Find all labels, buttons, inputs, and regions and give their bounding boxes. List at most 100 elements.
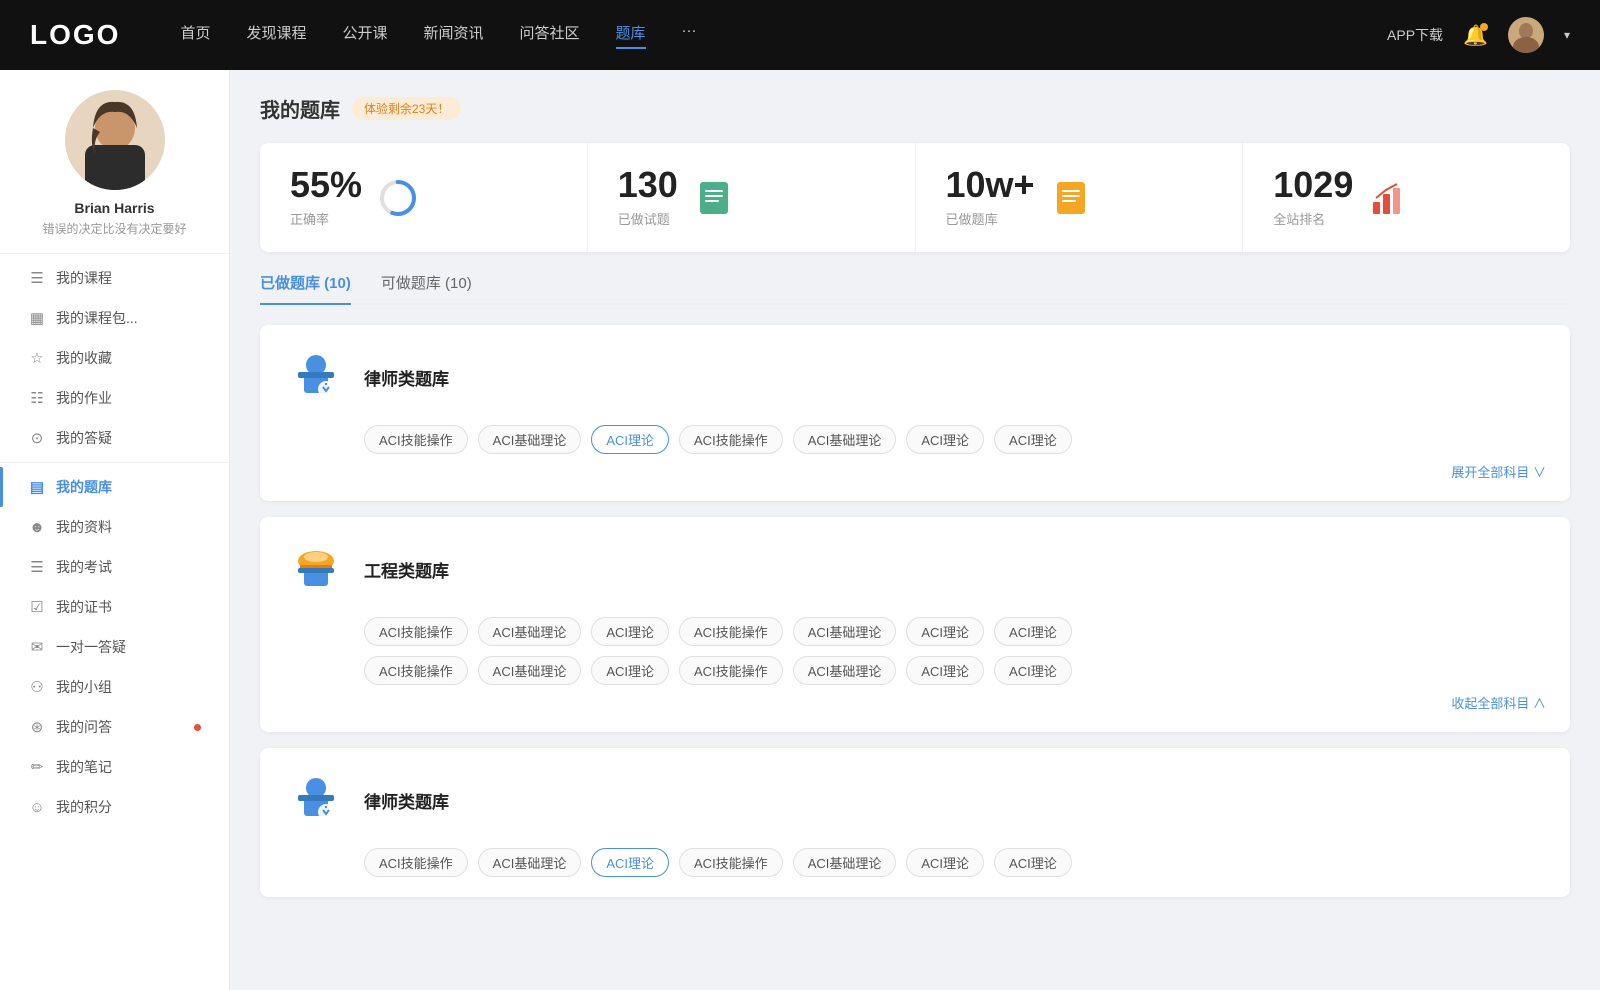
qbank-tag[interactable]: ACI技能操作 [364,617,468,646]
my-questions-dot [194,724,201,731]
qbank-tag[interactable]: ACI基础理论 [478,425,582,454]
qbank-tag[interactable]: ACI技能操作 [679,425,783,454]
sidebar-divider-1 [0,253,229,254]
sidebar-divider-2 [0,462,229,463]
qbank-tag[interactable]: ACI理论 [994,848,1072,877]
favorites-icon: ☆ [28,349,46,367]
qbank-card-header-engineer: 工程类题库 [284,537,1546,601]
sidebar-item-my-questions-label: 我的问答 [56,717,184,737]
sidebar-item-favorites[interactable]: ☆ 我的收藏 [0,338,229,378]
qbank-tag[interactable]: ACI基础理论 [793,617,897,646]
sidebar-motto: 错误的决定比没有决定要好 [0,220,229,237]
sidebar-item-course[interactable]: ☰ 我的课程 [0,258,229,298]
qbank-tag[interactable]: ACI基础理论 [793,425,897,454]
sidebar-avatar[interactable] [65,90,165,190]
stat-done-banks-value: 10w+ [946,167,1035,203]
sidebar-item-profile[interactable]: ☻ 我的资料 [0,507,229,547]
sidebar-item-tutor-qa[interactable]: ✉ 一对一答疑 [0,627,229,667]
user-menu-chevron[interactable]: ▾ [1564,28,1570,42]
qbank-tag[interactable]: ACI基础理论 [478,656,582,685]
sidebar-item-my-questions[interactable]: ⊛ 我的问答 [0,707,229,747]
sidebar-item-homework[interactable]: ☷ 我的作业 [0,378,229,418]
qbank-tag[interactable]: ACI基础理论 [793,848,897,877]
qbank-card-header-lawyer-1: 律师类题库 [284,345,1546,409]
qbank-tags-engineer-row2: ACI技能操作 ACI基础理论 ACI理论 ACI技能操作 ACI基础理论 AC… [364,656,1546,685]
points-icon: ☺ [28,798,46,816]
page-title: 我的题库 [260,94,340,123]
qbank-card-header-lawyer-2: 律师类题库 [284,768,1546,832]
stat-accuracy: 55% 正确率 [260,143,588,252]
qbank-tag[interactable]: ACI基础理论 [478,617,582,646]
sidebar-item-questions[interactable]: ⊙ 我的答疑 [0,418,229,458]
sidebar-item-group-label: 我的小组 [56,677,201,697]
nav-question-bank[interactable]: 题库 [616,22,646,49]
qbank-title-lawyer-2: 律师类题库 [364,788,449,813]
app-download-button[interactable]: APP下载 [1387,25,1443,45]
layout: Brian Harris 错误的决定比没有决定要好 ☰ 我的课程 ▦ 我的课程包… [0,70,1600,990]
sidebar-item-profile-label: 我的资料 [56,517,201,537]
main-content: 我的题库 体验剩余23天！ 55% 正确率 [230,70,1600,990]
qbank-tags-engineer-row1: ACI技能操作 ACI基础理论 ACI理论 ACI技能操作 ACI基础理论 AC… [364,617,1546,646]
qbank-tag-highlighted[interactable]: ACI理论 [591,848,669,877]
sidebar-item-course-package[interactable]: ▦ 我的课程包... [0,298,229,338]
qbank-tag[interactable]: ACI理论 [994,617,1072,646]
qbank-tag[interactable]: ACI理论 [591,617,669,646]
nav-home[interactable]: 首页 [180,22,210,49]
navbar-right: APP下载 🔔 ▾ [1387,17,1570,53]
homework-icon: ☷ [28,389,46,407]
done-questions-icon [694,178,734,218]
stat-done-banks-label: 已做题库 [946,209,1035,228]
lawyer-icon-1 [284,345,348,409]
qbank-tag[interactable]: ACI理论 [906,848,984,877]
nav-open-course[interactable]: 公开课 [342,22,387,49]
nav-discover[interactable]: 发现课程 [246,22,306,49]
tab-available-banks[interactable]: 可做题库 (10) [381,272,472,303]
sidebar-username: Brian Harris [0,200,229,216]
tutor-qa-icon: ✉ [28,638,46,656]
stat-done-questions-label: 已做试题 [618,209,678,228]
sidebar-item-exam[interactable]: ☰ 我的考试 [0,547,229,587]
qbank-tag[interactable]: ACI技能操作 [679,848,783,877]
qbank-tag[interactable]: ACI技能操作 [364,656,468,685]
sidebar-item-notes[interactable]: ✏ 我的笔记 [0,747,229,787]
tab-done-banks[interactable]: 已做题库 (10) [260,272,351,303]
stat-done-banks-text: 10w+ 已做题库 [946,167,1035,228]
qbank-expand-lawyer-1[interactable]: 展开全部科目 ∨ [284,462,1546,481]
qbank-tag[interactable]: ACI技能操作 [364,425,468,454]
qbank-tag[interactable]: ACI理论 [994,656,1072,685]
qbank-tags-lawyer-1: ACI技能操作 ACI基础理论 ACI理论 ACI技能操作 ACI基础理论 AC… [364,425,1546,454]
certificate-icon: ☑ [28,598,46,616]
nav-qa[interactable]: 问答社区 [520,22,580,49]
stat-rank-text: 1029 全站排名 [1273,167,1353,228]
qbank-tags-lawyer-2: ACI技能操作 ACI基础理论 ACI理论 ACI技能操作 ACI基础理论 AC… [364,848,1546,877]
qbank-expand-engineer[interactable]: 收起全部科目 ∧ [284,693,1546,712]
trial-badge: 体验剩余23天！ [352,97,461,120]
qbank-tag[interactable]: ACI理论 [591,656,669,685]
sidebar-item-certificate[interactable]: ☑ 我的证书 [0,587,229,627]
sidebar-item-course-label: 我的课程 [56,268,201,288]
qbank-tag[interactable]: ACI理论 [994,425,1072,454]
profile-icon: ☻ [28,518,46,536]
nav-news[interactable]: 新闻资讯 [424,22,484,49]
qbank-tag[interactable]: ACI理论 [906,656,984,685]
qbank-tag[interactable]: ACI基础理论 [793,656,897,685]
sidebar-item-group[interactable]: ⚇ 我的小组 [0,667,229,707]
avatar[interactable] [1508,17,1544,53]
stat-done-questions: 130 已做试题 [588,143,916,252]
stat-done-questions-value: 130 [618,167,678,203]
sidebar-item-points[interactable]: ☺ 我的积分 [0,787,229,827]
nav-more[interactable]: ··· [682,22,697,49]
qbank-tag[interactable]: ACI基础理论 [478,848,582,877]
qbank-tag-highlighted[interactable]: ACI理论 [591,425,669,454]
sidebar-item-question-bank[interactable]: ▤ 我的题库 [0,467,229,507]
qbank-tag[interactable]: ACI技能操作 [679,617,783,646]
qbank-tag[interactable]: ACI技能操作 [364,848,468,877]
qbank-tag[interactable]: ACI理论 [906,425,984,454]
qbank-title-engineer: 工程类题库 [364,557,449,582]
sidebar-item-questions-label: 我的答疑 [56,428,201,448]
notification-bell[interactable]: 🔔 [1463,23,1488,48]
sidebar: Brian Harris 错误的决定比没有决定要好 ☰ 我的课程 ▦ 我的课程包… [0,70,230,990]
stat-rank-label: 全站排名 [1273,209,1353,228]
qbank-tag[interactable]: ACI理论 [906,617,984,646]
qbank-tag[interactable]: ACI技能操作 [679,656,783,685]
